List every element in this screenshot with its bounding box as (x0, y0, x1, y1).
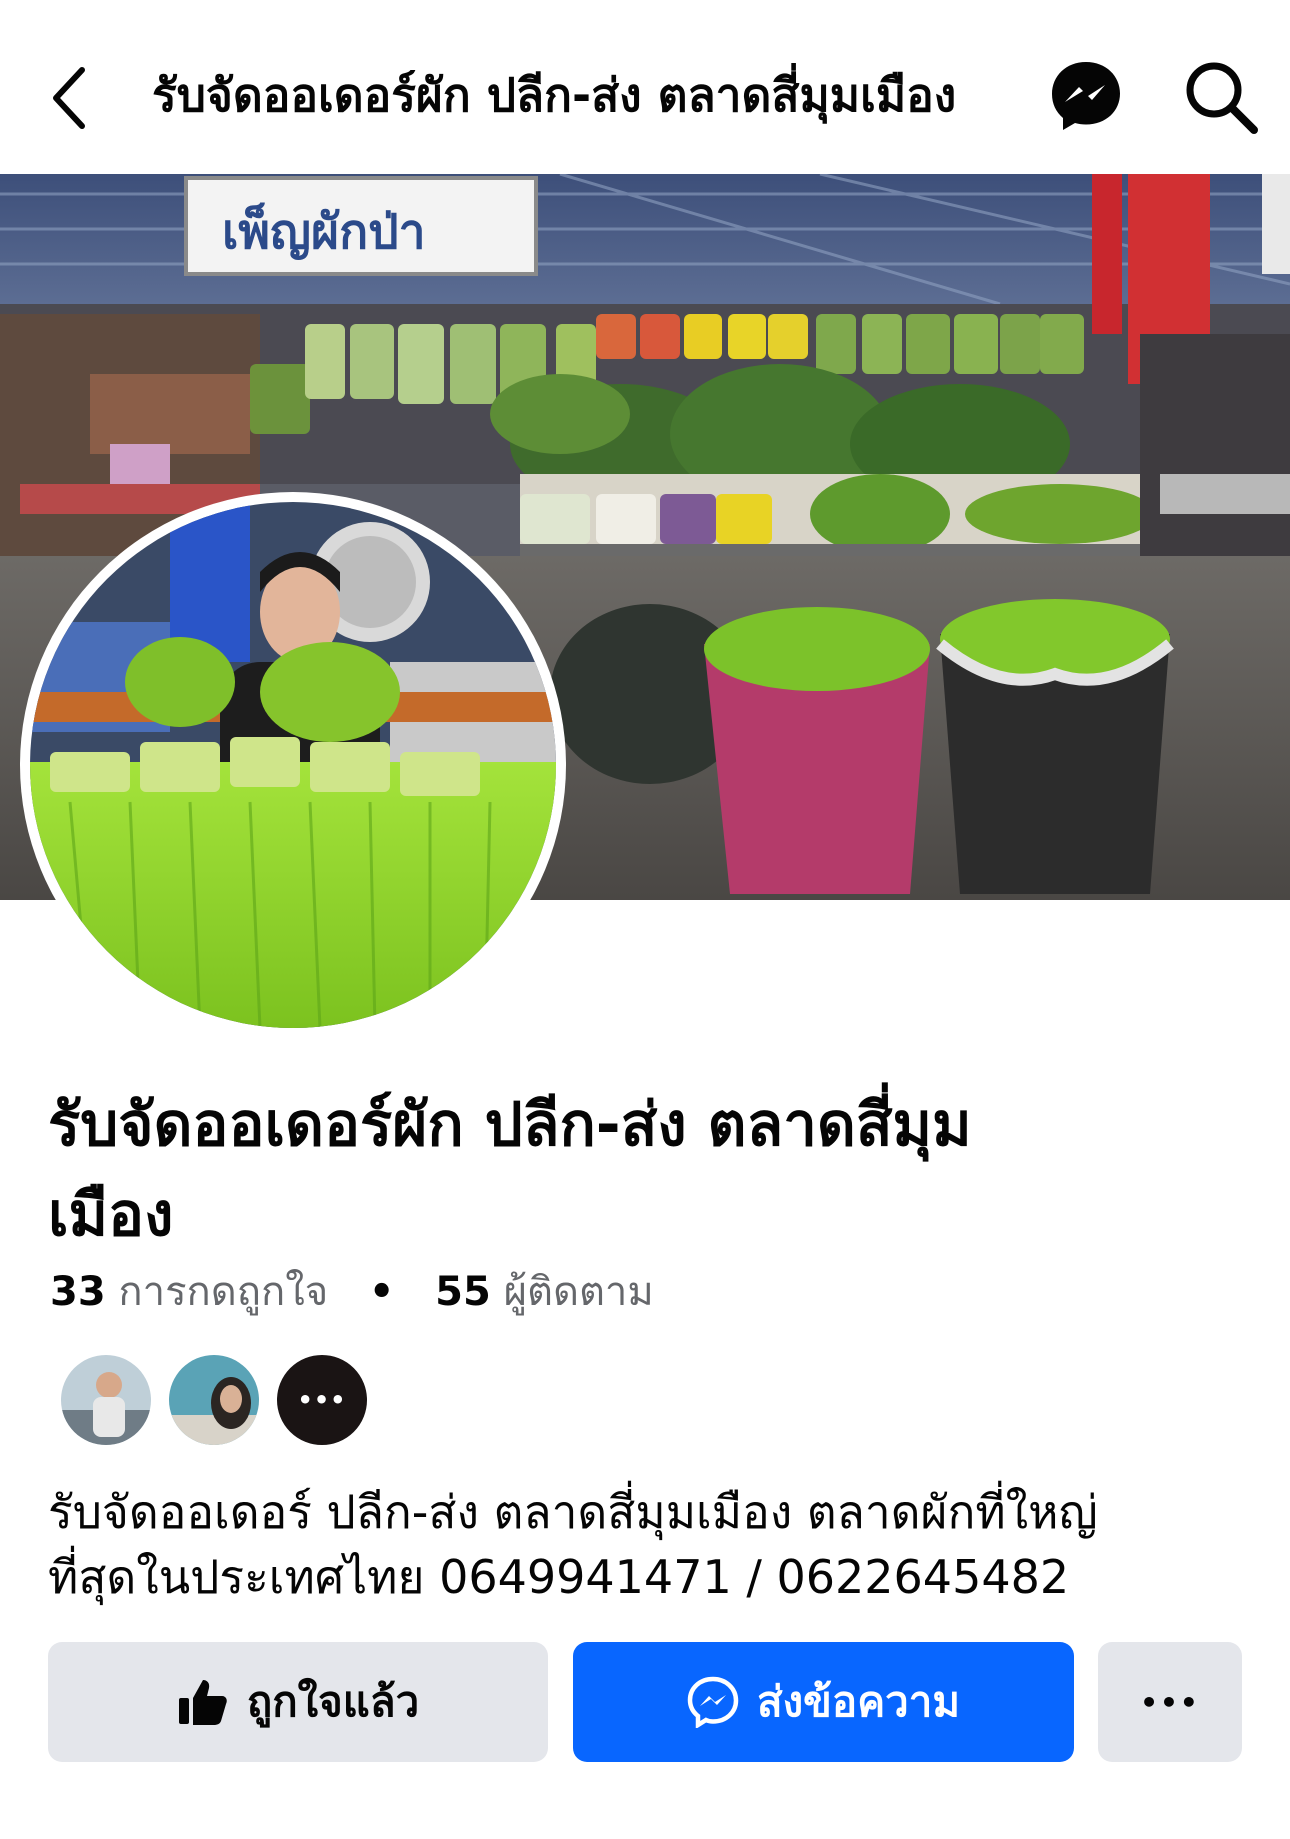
top-navigation-bar: รับจัดออเดอร์ผัก ปลีก-ส่ง ตลาดสี่มุมเมือ… (0, 0, 1290, 174)
more-friends-button[interactable]: ••• (274, 1352, 370, 1448)
friend-avatar[interactable] (166, 1352, 262, 1448)
page-title: รับจัดออเดอร์ผัก ปลีก-ส่ง ตลาดสี่มุมเมือ… (152, 68, 957, 122)
messenger-button[interactable] (1048, 58, 1124, 134)
back-arrow-icon (53, 67, 85, 129)
search-button[interactable] (1180, 56, 1262, 138)
liked-button-label: ถูกใจแล้ว (246, 1677, 420, 1726)
more-options-button[interactable]: ••• (1098, 1642, 1242, 1762)
page-name-heading: รับจัดออเดอร์ผัก ปลีก-ส่ง ตลาดสี่มุม เมื… (48, 1080, 1208, 1260)
back-button[interactable] (40, 58, 100, 138)
likes-count: 33 (50, 1269, 106, 1315)
more-icon: ••• (1140, 1685, 1200, 1719)
followers-count: 55 (435, 1269, 491, 1315)
page-description: รับจัดออเดอร์ ปลีก-ส่ง ตลาดสี่มุมเมือง ต… (48, 1485, 1098, 1604)
stats-separator: • (368, 1269, 395, 1315)
friend-photo (61, 1355, 151, 1445)
more-icon: ••• (297, 1386, 347, 1414)
profile-picture[interactable] (20, 492, 566, 1038)
liked-button[interactable]: ถูกใจแล้ว (48, 1642, 548, 1762)
search-icon (1186, 62, 1258, 134)
profile-photo (30, 502, 556, 1028)
friend-avatar[interactable] (58, 1352, 154, 1448)
followers-label[interactable]: ผู้ติดตาม (504, 1269, 654, 1315)
likes-label[interactable]: การกดถูกใจ (118, 1269, 328, 1315)
send-message-button[interactable]: ส่งข้อความ (573, 1642, 1074, 1762)
friend-photo (169, 1355, 259, 1445)
cover-sign-text: เพ็ญผักป่า (222, 202, 426, 260)
thumbs-up-icon (177, 1676, 229, 1728)
messenger-icon (1052, 62, 1120, 130)
send-message-label: ส่งข้อความ (756, 1677, 961, 1726)
page-name-text: รับจัดออเดอร์ผัก ปลีก-ส่ง ตลาดสี่มุม เมื… (48, 1090, 972, 1250)
messenger-icon (687, 1676, 739, 1728)
page-stats: 33 การกดถูกใจ • 55 ผู้ติดตาม (50, 1262, 654, 1322)
